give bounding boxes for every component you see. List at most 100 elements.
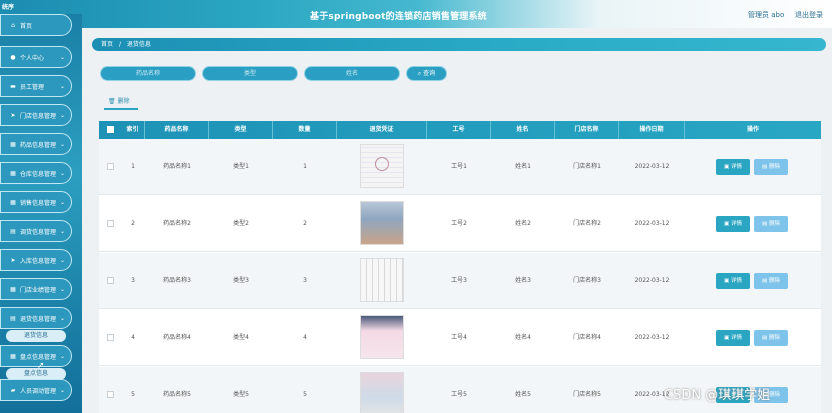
sidebar-item-label: 人员调动管理 <box>20 387 57 395</box>
delete-button[interactable]: ▤ 删除 <box>754 159 788 175</box>
delete-button[interactable]: ▤ 删除 <box>754 216 788 232</box>
name-search-input[interactable]: 姓名 <box>304 66 400 81</box>
trash-icon: ▤ <box>762 335 768 341</box>
cell-person-name: 姓名1 <box>515 163 531 170</box>
row-checkbox[interactable] <box>107 391 114 398</box>
sidebar-item-label: 调货信息管理 <box>20 228 57 236</box>
chevron-down-icon: ⌄ <box>59 285 65 293</box>
cell-store-name: 门店名称2 <box>573 220 601 227</box>
home-icon: ⌂ <box>11 21 15 29</box>
voucher-image[interactable] <box>360 315 404 359</box>
sidebar-item-label: 药品信息管理 <box>20 141 57 149</box>
sidebar-item-sales[interactable]: ▦ 销售信息管理 ⌄ <box>0 191 72 213</box>
row-checkbox[interactable] <box>107 220 114 227</box>
breadcrumb-separator: / <box>118 41 121 48</box>
col-type: 类型 <box>209 121 273 139</box>
cell-type: 类型1 <box>233 163 249 170</box>
cell-employee-no: 工号3 <box>451 277 467 284</box>
folder-icon: ▰ <box>10 386 16 394</box>
delete-button[interactable]: ▤ 删除 <box>754 330 788 346</box>
sidebar-item-performance[interactable]: ▦ 门店业绩管理 ⌄ <box>0 278 72 300</box>
detail-button[interactable]: ▣ 详情 <box>716 216 750 232</box>
return-table: 索引 药品名称 类型 数量 退货凭证 工号 姓名 门店名称 操作日期 操作 1 … <box>99 121 821 413</box>
detail-label: 详情 <box>730 221 742 227</box>
send-icon: ➤ <box>10 256 16 264</box>
row-checkbox[interactable] <box>107 163 114 170</box>
cell-quantity: 4 <box>303 334 307 341</box>
sidebar-item-label: 销售信息管理 <box>20 199 57 207</box>
sidebar-subitem-return-info[interactable]: 退货信息 <box>6 330 66 342</box>
sidebar-item-store[interactable]: ➤ 门店信息管理 ⌄ <box>0 104 72 126</box>
brand-logo: 统序 <box>2 4 15 11</box>
cell-employee-no: 工号5 <box>451 391 467 398</box>
delete-button[interactable]: ▤ 删除 <box>754 273 788 289</box>
sidebar-item-drug[interactable]: ▦ 药品信息管理 ⌄ <box>0 133 72 155</box>
current-user[interactable]: 管理员 abo <box>748 10 784 20</box>
detail-button[interactable]: ▣ 详情 <box>716 273 750 289</box>
sidebar-item-label: 首页 <box>20 22 33 30</box>
sidebar-item-inbound[interactable]: ➤ 入库信息管理 ⌄ <box>0 249 72 271</box>
delete-label: 删除 <box>768 278 780 284</box>
sidebar-item-staff[interactable]: ▬ 员工管理 ⌄ <box>0 75 72 97</box>
col-voucher: 退货凭证 <box>337 121 427 139</box>
search-icon: ⌕ <box>417 70 422 77</box>
cell-index: 3 <box>131 277 135 284</box>
cell-quantity: 1 <box>303 163 307 170</box>
cell-drug-name: 药品名称4 <box>163 334 191 341</box>
detail-icon: ▣ <box>724 164 730 170</box>
table-row: 4 药品名称4 类型4 4 工号4 姓名4 门店名称4 2022-03-12 ▣… <box>99 310 821 366</box>
sidebar-item-profile[interactable]: ● 个人中心 ⌄ <box>0 46 72 68</box>
logout-link[interactable]: 退出登录 <box>795 10 823 20</box>
sidebar-item-personnel[interactable]: ▰ 人员调动管理 ⌄ <box>0 379 72 401</box>
cell-quantity: 2 <box>303 220 307 227</box>
detail-label: 详情 <box>730 278 742 284</box>
sidebar-item-label: 仓库信息管理 <box>20 170 57 178</box>
grid-icon: ▦ <box>10 352 16 360</box>
row-checkbox[interactable] <box>107 334 114 341</box>
grid-icon: ▦ <box>10 198 16 206</box>
drug-name-search-input[interactable]: 药品名称 <box>100 66 196 81</box>
sidebar-item-warehouse[interactable]: ▦ 仓库信息管理 ⌄ <box>0 162 72 184</box>
cell-employee-no: 工号1 <box>451 163 467 170</box>
col-person-name: 姓名 <box>491 121 555 139</box>
cell-type: 类型4 <box>233 334 249 341</box>
mouse-pointer-icon: ➚ <box>37 361 45 371</box>
cell-store-name: 门店名称3 <box>573 277 601 284</box>
search-button[interactable]: ⌕ 查询 <box>406 66 447 81</box>
col-index: 索引 <box>121 121 145 139</box>
col-drug-name: 药品名称 <box>145 121 209 139</box>
select-all-checkbox[interactable] <box>107 126 114 133</box>
sidebar-item-label: 入库信息管理 <box>20 257 57 265</box>
voucher-image[interactable] <box>360 144 404 188</box>
voucher-image[interactable] <box>360 201 404 245</box>
detail-icon: ▣ <box>724 335 730 341</box>
delete-label: 删除 <box>768 392 780 398</box>
cell-store-name: 门店名称5 <box>573 391 601 398</box>
app-title: 基于springboot的连锁药店销售管理系统 <box>310 12 487 22</box>
cell-person-name: 姓名3 <box>515 277 531 284</box>
sidebar-item-inventory[interactable]: ▦ 盘点信息管理 ⌄ <box>0 345 72 367</box>
sidebar-item-transfer[interactable]: ▤ 调货信息管理 ⌄ <box>0 220 72 242</box>
trash-icon: ▤ <box>762 164 768 170</box>
send-icon: ➤ <box>10 111 16 119</box>
voucher-image[interactable] <box>360 372 404 413</box>
col-quantity: 数量 <box>273 121 337 139</box>
chevron-down-icon: ⌄ <box>59 140 65 148</box>
cell-date: 2022-03-12 <box>634 220 670 227</box>
sidebar-item-home[interactable]: ⌂ 首页 <box>0 14 72 36</box>
voucher-image[interactable] <box>360 258 404 302</box>
user-icon: ● <box>10 53 16 61</box>
detail-button[interactable]: ▣ 详情 <box>716 159 750 175</box>
breadcrumb-home[interactable]: 首页 <box>101 41 113 48</box>
cell-drug-name: 药品名称2 <box>163 220 191 227</box>
col-date: 操作日期 <box>619 121 685 139</box>
sidebar-item-return[interactable]: ▤ 退货信息管理 ⌄ <box>0 307 72 329</box>
row-checkbox[interactable] <box>107 277 114 284</box>
cell-person-name: 姓名4 <box>515 334 531 341</box>
cell-drug-name: 药品名称3 <box>163 277 191 284</box>
cell-store-name: 门店名称1 <box>573 163 601 170</box>
detail-button[interactable]: ▣ 详情 <box>716 330 750 346</box>
monitor-icon: ▬ <box>10 82 16 90</box>
type-search-input[interactable]: 类型 <box>202 66 298 81</box>
bulk-delete-button[interactable]: 🗑 删除 <box>104 96 138 110</box>
